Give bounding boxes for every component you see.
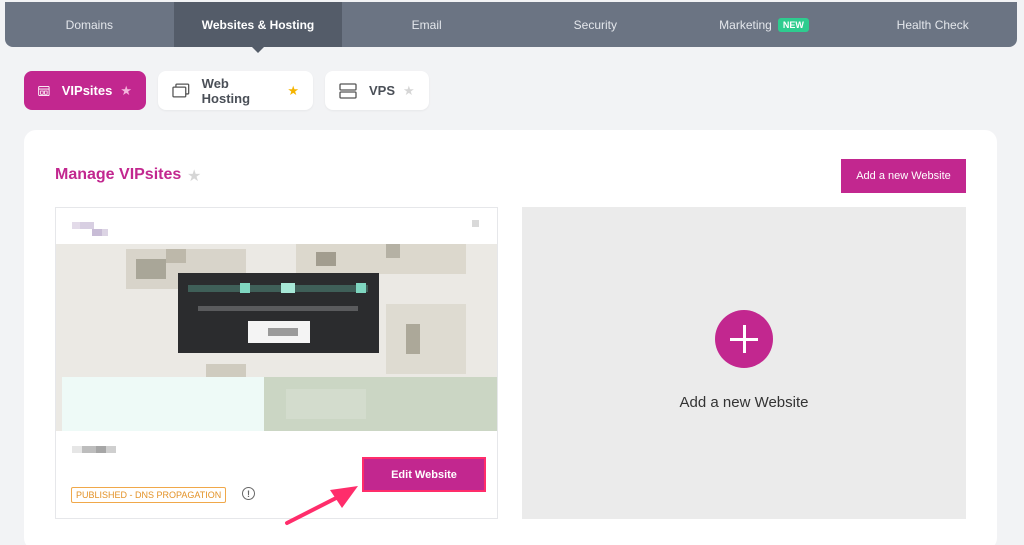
product-vps[interactable]: VPS ★ [325,71,429,110]
web-hosting-icon [172,82,190,98]
edit-website-button[interactable]: Edit Website [362,457,486,492]
site-preview-thumbnail[interactable] [56,244,497,431]
add-website-button[interactable]: Add a new Website [841,159,966,193]
new-badge: NEW [777,17,809,32]
tab-security[interactable]: Security [511,2,680,47]
add-website-label[interactable]: Add a new Website [522,394,966,411]
status-badge: PUBLISHED - DNS PROPAGATION [71,487,227,503]
favorite-star-icon[interactable]: ★ [120,83,132,99]
tab-label: Health Check [896,17,969,32]
tab-health-check[interactable]: Health Check [848,2,1017,47]
menu-icon[interactable] [472,220,479,227]
info-icon[interactable]: ! [242,487,255,500]
tab-domains[interactable]: Domains [5,2,174,47]
product-label: VPS [369,83,396,98]
tab-marketing[interactable]: Marketing NEW [680,2,849,47]
main-nav: Domains Websites & Hosting Email Securit… [5,2,1017,53]
vipsite-icon [38,85,50,96]
site-name-blurred [72,222,108,236]
favorite-star-icon[interactable]: ★ [403,83,415,99]
page-title: Manage VIPsites [55,166,182,183]
tab-websites-hosting[interactable]: Websites & Hosting [173,2,343,53]
product-label: Web Hosting [201,75,251,106]
tab-label: Marketing [719,17,772,32]
tab-label: Email [411,17,442,32]
product-label: VIPsites [61,83,113,98]
annotation-arrow-icon [285,486,358,525]
favorite-star-icon[interactable]: ★ [287,83,299,99]
tab-label: Security [573,17,618,32]
tab-label: Websites & Hosting [201,17,315,32]
tab-email[interactable]: Email [342,2,511,47]
favorite-star-icon[interactable]: ★ [187,166,201,186]
plus-icon[interactable] [715,310,773,368]
server-icon [339,82,357,99]
product-web-hosting[interactable]: Web Hosting ★ [158,71,313,110]
tab-label: Domains [65,17,114,32]
site-url-blurred [72,446,116,453]
product-vipsites[interactable]: VIPsites ★ [24,71,146,110]
